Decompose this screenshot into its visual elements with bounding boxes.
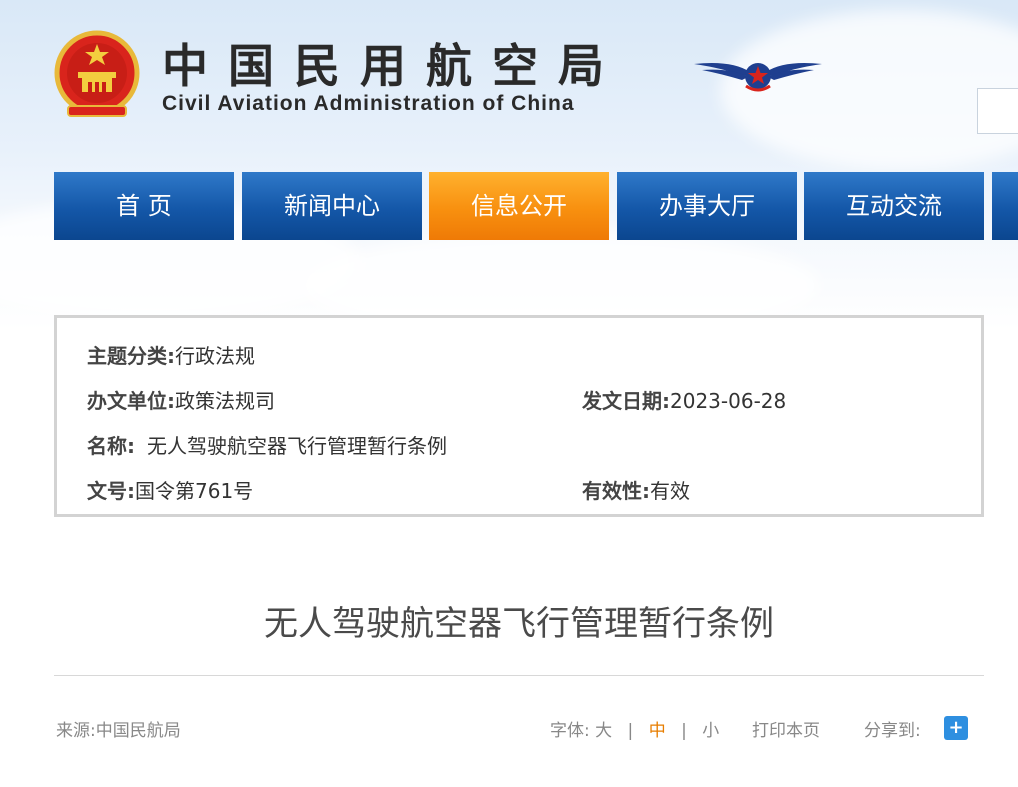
nav-item-services[interactable]: 办事大厅 [617,172,797,240]
article-title: 无人驾驶航空器飞行管理暂行条例 [264,604,774,644]
plus-icon[interactable]: + [944,716,968,740]
validity-value: 有效 [650,479,690,503]
unit-value: 政策法规司 [175,389,275,413]
caac-wings-logo-icon [694,63,822,92]
site-title-en: Civil Aviation Administration of China [162,92,575,115]
site-title-cn: 中国民用航空局 [162,39,624,93]
validity-label: 有效性: [582,479,650,503]
docno-label: 文号: [87,479,135,503]
article-source: 来源:中国民航局 [56,721,181,741]
name-label: 名称: [87,434,135,458]
nav-item-info-disclosure[interactable]: 信息公开 [429,172,609,240]
topic-label: 主题分类: [87,344,175,368]
nav-item-home[interactable]: 首 页 [54,172,234,240]
docno-value: 国令第761号 [135,479,254,503]
document-info-box: 主题分类:行政法规 办文单位:政策法规司 发文日期:2023-06-28 名称:… [54,315,984,517]
share-label: 分享到: [864,721,921,741]
topic-value: 行政法规 [175,344,255,368]
validity-row: 有效性:有效 [582,475,690,504]
search-input[interactable] [977,88,1018,134]
nav-item-news[interactable]: 新闻中心 [242,172,422,240]
divider [54,675,984,676]
nav-item-more[interactable] [992,172,1018,240]
header-banner: 中国民用航空局 Civil Aviation Administration of… [0,0,1018,330]
name-value: 无人驾驶航空器飞行管理暂行条例 [147,434,447,458]
print-page-link[interactable]: 打印本页 [752,716,820,741]
date-row: 发文日期:2023-06-28 [582,385,786,414]
separator: | [681,721,687,741]
font-size-medium[interactable]: 中 [649,721,666,741]
date-value: 2023-06-28 [670,389,787,413]
docno-row: 文号:国令第761号 [87,475,253,504]
font-size-label: 字体: [550,721,590,741]
unit-label: 办文单位: [87,389,175,413]
nav-item-interaction[interactable]: 互动交流 [804,172,984,240]
name-row: 名称: 无人驾驶航空器飞行管理暂行条例 [87,430,447,459]
topic-row: 主题分类:行政法规 [87,340,255,369]
font-size-small[interactable]: 小 [702,721,719,741]
national-emblem-icon [54,30,140,117]
separator: | [627,721,634,741]
unit-row: 办文单位:政策法规司 [87,385,275,414]
font-size-large[interactable]: 大 [595,721,612,741]
font-size-controls: 字体: 大 | 中 | 小 [550,716,719,741]
main-nav: 首 页 新闻中心 信息公开 办事大厅 互动交流 [54,172,1018,240]
date-label: 发文日期: [582,389,670,413]
